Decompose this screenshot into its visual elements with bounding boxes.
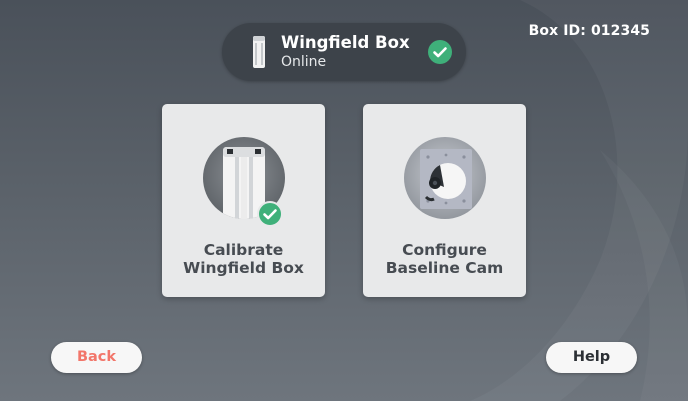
- calibrate-card-label-line1: Calibrate: [203, 241, 284, 259]
- calibrate-wingfield-box-card[interactable]: Calibrate Wingfield Box: [162, 104, 325, 297]
- device-name: Wingfield Box: [281, 33, 410, 52]
- back-button[interactable]: Back: [51, 342, 142, 373]
- device-status-pill: Wingfield Box Online: [222, 23, 466, 81]
- calibrate-card-label: Calibrate Wingfield Box: [162, 241, 325, 277]
- device-status-text: Online: [281, 54, 327, 70]
- configure-card-label-line1: Configure: [402, 241, 487, 259]
- wingfield-box-icon: [253, 36, 265, 68]
- completed-check-icon: [257, 201, 283, 227]
- configure-card-label-line2: Baseline Cam: [385, 259, 504, 277]
- box-id-label: Box ID: 012345: [528, 23, 650, 39]
- check-circle-icon: [428, 40, 452, 64]
- help-button[interactable]: Help: [546, 342, 637, 373]
- calibrate-card-label-line2: Wingfield Box: [183, 259, 304, 277]
- configure-baseline-cam-card[interactable]: Configure Baseline Cam: [363, 104, 526, 297]
- baseline-cam-image: [404, 137, 486, 219]
- configure-card-label: Configure Baseline Cam: [363, 241, 526, 277]
